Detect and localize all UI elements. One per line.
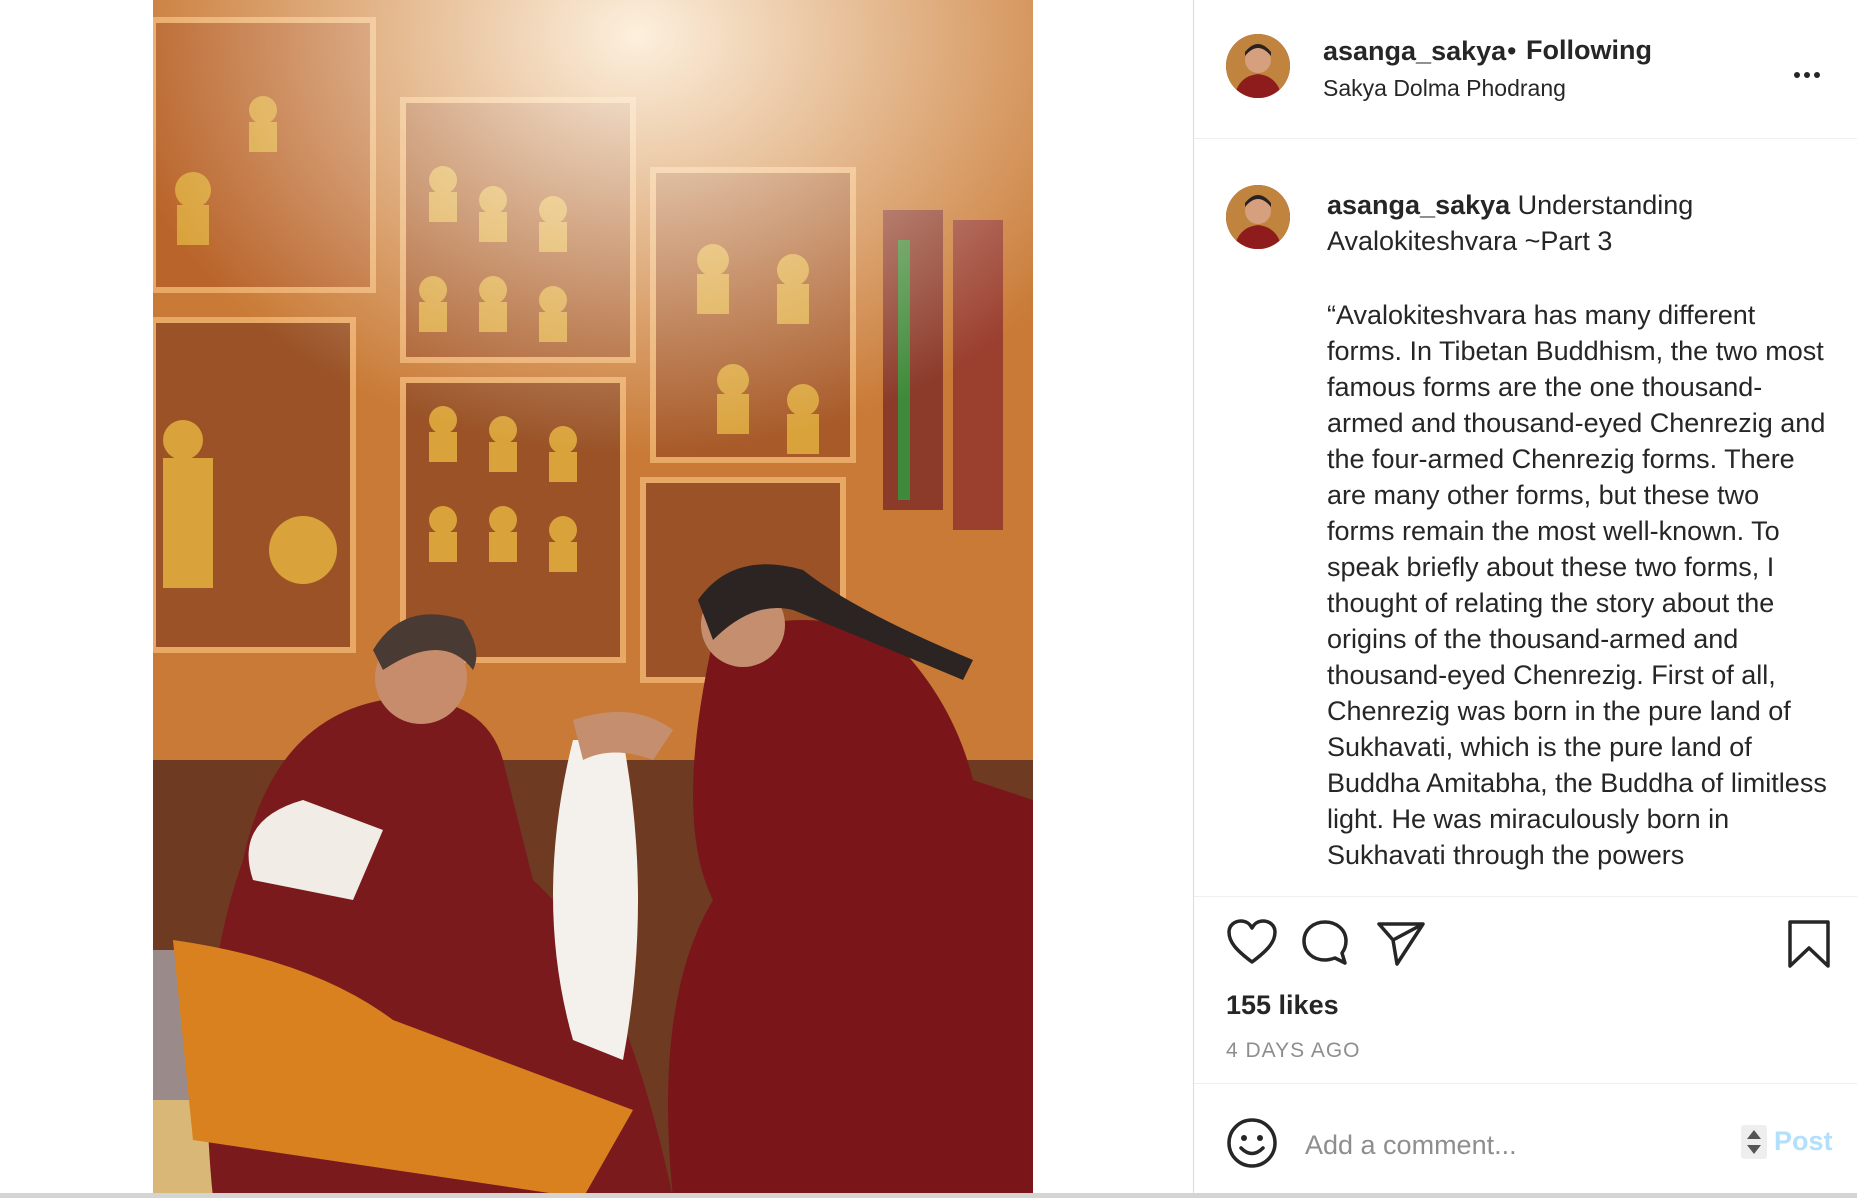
post-sidebar: asanga_sakya • Following Sakya Dolma Pho… xyxy=(1194,0,1857,1198)
following-button[interactable]: Following xyxy=(1526,35,1652,66)
avatar[interactable] xyxy=(1226,34,1290,98)
location-link[interactable]: Sakya Dolma Phodrang xyxy=(1323,75,1566,102)
post-header: asanga_sakya • Following Sakya Dolma Pho… xyxy=(1194,0,1857,139)
divider xyxy=(1194,896,1857,897)
divider xyxy=(1194,1083,1857,1084)
comment-icon[interactable] xyxy=(1300,918,1350,968)
caption-area[interactable]: asanga_sakya Understanding Avalokiteshva… xyxy=(1194,139,1857,890)
caption-body: “Avalokiteshvara has many different form… xyxy=(1327,300,1835,870)
post-photo[interactable] xyxy=(153,0,1033,1198)
bookmark-icon[interactable] xyxy=(1786,918,1832,970)
caption-heading: asanga_sakya Understanding Avalokiteshva… xyxy=(1327,187,1827,259)
header-username[interactable]: asanga_sakya xyxy=(1323,36,1506,67)
caption-username[interactable]: asanga_sakya xyxy=(1327,190,1510,220)
post-photo-image xyxy=(153,0,1033,1198)
more-options-icon[interactable] xyxy=(1794,52,1824,86)
spinner-arrows-icon[interactable] xyxy=(1741,1125,1767,1159)
heart-icon[interactable] xyxy=(1226,918,1278,966)
comment-input[interactable] xyxy=(1303,1124,1737,1166)
emoji-icon[interactable] xyxy=(1226,1117,1278,1174)
window-bottom-edge xyxy=(0,1193,1857,1198)
header-separator: • xyxy=(1507,36,1517,66)
post-comment-button[interactable]: Post xyxy=(1774,1126,1833,1157)
caption-avatar[interactable] xyxy=(1226,185,1290,249)
post-timestamp[interactable]: 4 DAYS AGO xyxy=(1226,1039,1361,1063)
likes-count[interactable]: 155 likes xyxy=(1226,990,1339,1021)
paper-plane-icon[interactable] xyxy=(1375,918,1427,968)
